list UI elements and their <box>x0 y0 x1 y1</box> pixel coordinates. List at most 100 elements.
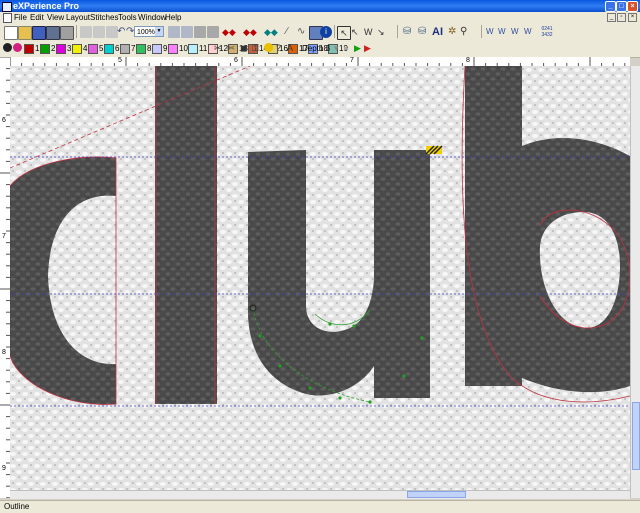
chevron-down-icon: ▼ <box>155 27 163 36</box>
window-title: eXPerience Pro <box>13 1 80 11</box>
status-bar: Outline <box>0 500 640 513</box>
fill-tool-icon[interactable]: ⛁ <box>403 26 415 38</box>
move-left-icon[interactable]: ◆◆ <box>222 26 236 38</box>
save-icon[interactable] <box>32 26 46 40</box>
font-icon[interactable]: A <box>287 43 299 55</box>
stop-icon[interactable]: ◼ <box>240 43 252 55</box>
thread-color-number: 1 <box>35 44 40 53</box>
select-arrow-icon[interactable]: ↖ <box>337 26 351 40</box>
info-icon[interactable]: i <box>320 26 332 38</box>
ruler-label: 9 <box>2 465 6 472</box>
menu-layout[interactable]: Layout <box>66 12 90 23</box>
thread-color-number: 11 <box>199 44 208 53</box>
fast-forward-icon[interactable]: ▶ <box>364 43 376 55</box>
pattern-tool-icon[interactable]: ⛁ <box>418 26 430 38</box>
zoom-fit-icon[interactable] <box>194 26 206 38</box>
magnify-icon[interactable]: ⚲ <box>460 26 472 38</box>
lock-icon[interactable]: ⚿ <box>252 43 264 55</box>
thread-color-swatch[interactable] <box>188 44 198 54</box>
menu-file[interactable]: File <box>14 12 27 23</box>
palette-icon[interactable] <box>13 43 22 52</box>
menu-help[interactable]: Help <box>165 12 181 23</box>
ruler-label: 5 <box>118 57 122 64</box>
design-artwork <box>10 66 630 490</box>
zoom-out-icon[interactable] <box>181 26 193 38</box>
menu-bar: File Edit View Layout Stitches Tools Win… <box>0 12 640 23</box>
stitch-wave-icon[interactable]: W <box>486 26 498 38</box>
thread-color-number: 10 <box>179 44 188 53</box>
menu-edit[interactable]: Edit <box>30 12 44 23</box>
save-as-icon[interactable] <box>46 26 60 40</box>
menu-view[interactable]: View <box>47 12 64 23</box>
toolbar-separator <box>397 25 398 38</box>
thread-color-number: 8 <box>147 44 152 53</box>
menu-window[interactable]: Window <box>138 12 166 23</box>
document-icon <box>3 13 12 23</box>
menu-stitches[interactable]: Stitches <box>90 12 118 23</box>
thread-color-number: 9 <box>163 44 168 53</box>
point-select-icon[interactable]: ↖ <box>351 26 363 38</box>
thread-color-number: 3 <box>67 44 72 53</box>
open-folder-icon[interactable] <box>18 26 32 40</box>
menu-tools[interactable]: Tools <box>118 12 137 23</box>
doc-close-button[interactable]: × <box>628 13 637 22</box>
sequence-icon[interactable] <box>264 43 273 52</box>
vertical-scrollbar[interactable] <box>630 66 640 498</box>
thread-color-number: 6 <box>115 44 120 53</box>
copy-icon[interactable] <box>93 26 105 38</box>
thread-color-number: 2 <box>51 44 56 53</box>
thread-color-swatch[interactable] <box>152 44 162 54</box>
zoom-in-icon[interactable] <box>168 26 180 38</box>
toolbar-separator <box>334 25 335 38</box>
thread-color-swatch[interactable] <box>40 44 50 54</box>
stitch-back-icon[interactable]: ◆◆ <box>264 26 278 38</box>
vertical-scroll-thumb[interactable] <box>632 402 640 470</box>
thread-color-swatch[interactable] <box>72 44 82 54</box>
cut-icon[interactable] <box>80 26 92 38</box>
stitch-zigzag-icon[interactable]: W <box>498 26 510 38</box>
thread-color-swatch[interactable] <box>24 44 34 54</box>
thread-color-number: 4 <box>83 44 88 53</box>
scissors-icon[interactable]: ✂ <box>214 43 226 55</box>
zoom-value: 100% <box>137 29 155 36</box>
thread-color-swatch[interactable] <box>104 44 114 54</box>
reshape-icon[interactable]: ↘ <box>377 26 389 38</box>
stitch-fill-icon[interactable]: W <box>524 26 536 38</box>
thread-color-swatch[interactable] <box>56 44 66 54</box>
zoom-box-icon[interactable] <box>207 26 219 38</box>
letter-d-stem <box>155 66 217 404</box>
depth-select[interactable]: Depth 3 <box>302 44 330 54</box>
doc-minimize-button[interactable]: _ <box>607 13 616 22</box>
node-edit-icon[interactable]: W <box>364 26 376 38</box>
close-button[interactable]: × <box>627 1 638 12</box>
print-icon[interactable] <box>60 26 74 40</box>
horizontal-scrollbar[interactable] <box>10 490 630 499</box>
curve-tool-icon[interactable]: ∿ <box>297 26 309 38</box>
toolbar-separator <box>481 25 482 38</box>
design-canvas[interactable] <box>10 66 630 490</box>
new-file-icon[interactable] <box>4 26 18 40</box>
thread-color-swatch[interactable] <box>88 44 98 54</box>
ruler-label: 8 <box>2 349 6 356</box>
horizontal-scroll-thumb[interactable] <box>407 491 466 498</box>
trim-icon[interactable]: ✄ <box>227 43 239 55</box>
hatched-marker <box>425 145 443 155</box>
move-right-icon[interactable]: ◆◆ <box>243 26 257 38</box>
stitch-counter-icon[interactable]: 0241 3432 <box>540 26 554 38</box>
thread-color-number: 7 <box>131 44 136 53</box>
doc-restore-button[interactable]: ▫ <box>617 13 626 22</box>
title-bar: eXPerience Pro _ □ × <box>0 0 640 12</box>
zoom-select[interactable]: 100% ▼ <box>134 26 164 37</box>
thread-color-number: 5 <box>99 44 104 53</box>
stitch-run-icon[interactable]: W <box>511 26 523 38</box>
horizontal-ruler-ticks <box>10 57 626 66</box>
main-toolbar: ↶ ↷ 100% ▼ ◆◆ ◆◆ ◆◆ ∕ ∿ i ↖ ↖ W ↘ ⛁ ⛁ AI … <box>0 23 640 42</box>
minimize-button[interactable]: _ <box>605 1 616 12</box>
maximize-button[interactable]: □ <box>616 1 627 12</box>
motif-tool-icon[interactable]: ✲ <box>448 26 460 38</box>
thread-color-swatch[interactable] <box>120 44 130 54</box>
thread-color-swatch[interactable] <box>136 44 146 54</box>
color-wheel-icon[interactable] <box>3 43 12 52</box>
text-tool-icon[interactable]: AI <box>432 26 444 38</box>
thread-color-swatch[interactable] <box>168 44 178 54</box>
